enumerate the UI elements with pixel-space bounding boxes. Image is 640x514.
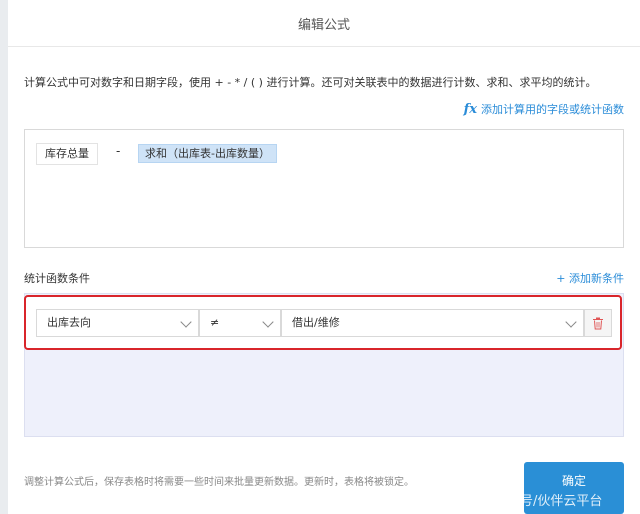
add-field-or-function-link[interactable]: fx 添加计算用的字段或统计函数: [464, 101, 624, 117]
footer-note: 调整计算公式后，保存表格时将需要一些时间来批量更新数据。更新时，表格将被锁定。: [24, 477, 414, 488]
dialog-header: 编辑公式: [8, 0, 640, 47]
condition-row: 出库去向 ≠ 借出/维修: [24, 295, 622, 350]
watermark-text: 号/伙伴云平台: [520, 494, 603, 509]
edit-formula-dialog: 编辑公式 计算公式中可对数字和日期字段，使用 + - * / ( ) 进行计算。…: [8, 0, 640, 514]
formula-field-token[interactable]: 库存总量: [36, 143, 98, 165]
chevron-down-icon: [565, 316, 577, 328]
add-field-link-label: 添加计算用的字段或统计函数: [481, 103, 624, 116]
fx-icon: fx: [463, 101, 477, 117]
chevron-down-icon: [180, 316, 192, 328]
formula-hint: 计算公式中可对数字和日期字段，使用 + - * / ( ) 进行计算。还可对关联…: [24, 76, 597, 89]
trash-icon: [593, 317, 603, 329]
condition-field-value: 出库去向: [47, 316, 91, 329]
formula-operator: -: [116, 144, 121, 158]
add-condition-link[interactable]: + 添加新条件: [556, 270, 624, 286]
condition-value-text: 借出/维修: [292, 316, 340, 329]
condition-field-select[interactable]: 出库去向: [36, 309, 199, 337]
conditions-section-title: 统计函数条件: [24, 272, 90, 285]
formula-editor[interactable]: 库存总量 - 求和（出库表-出库数量）: [24, 129, 624, 248]
chevron-down-icon: [262, 316, 274, 328]
delete-condition-button[interactable]: [584, 309, 612, 337]
dialog-title: 编辑公式: [297, 17, 350, 33]
condition-value-select[interactable]: 借出/维修: [281, 309, 584, 337]
formula-function-token[interactable]: 求和（出库表-出库数量）: [138, 144, 277, 163]
condition-operator-value: ≠: [210, 316, 220, 329]
condition-operator-select[interactable]: ≠: [199, 309, 281, 337]
